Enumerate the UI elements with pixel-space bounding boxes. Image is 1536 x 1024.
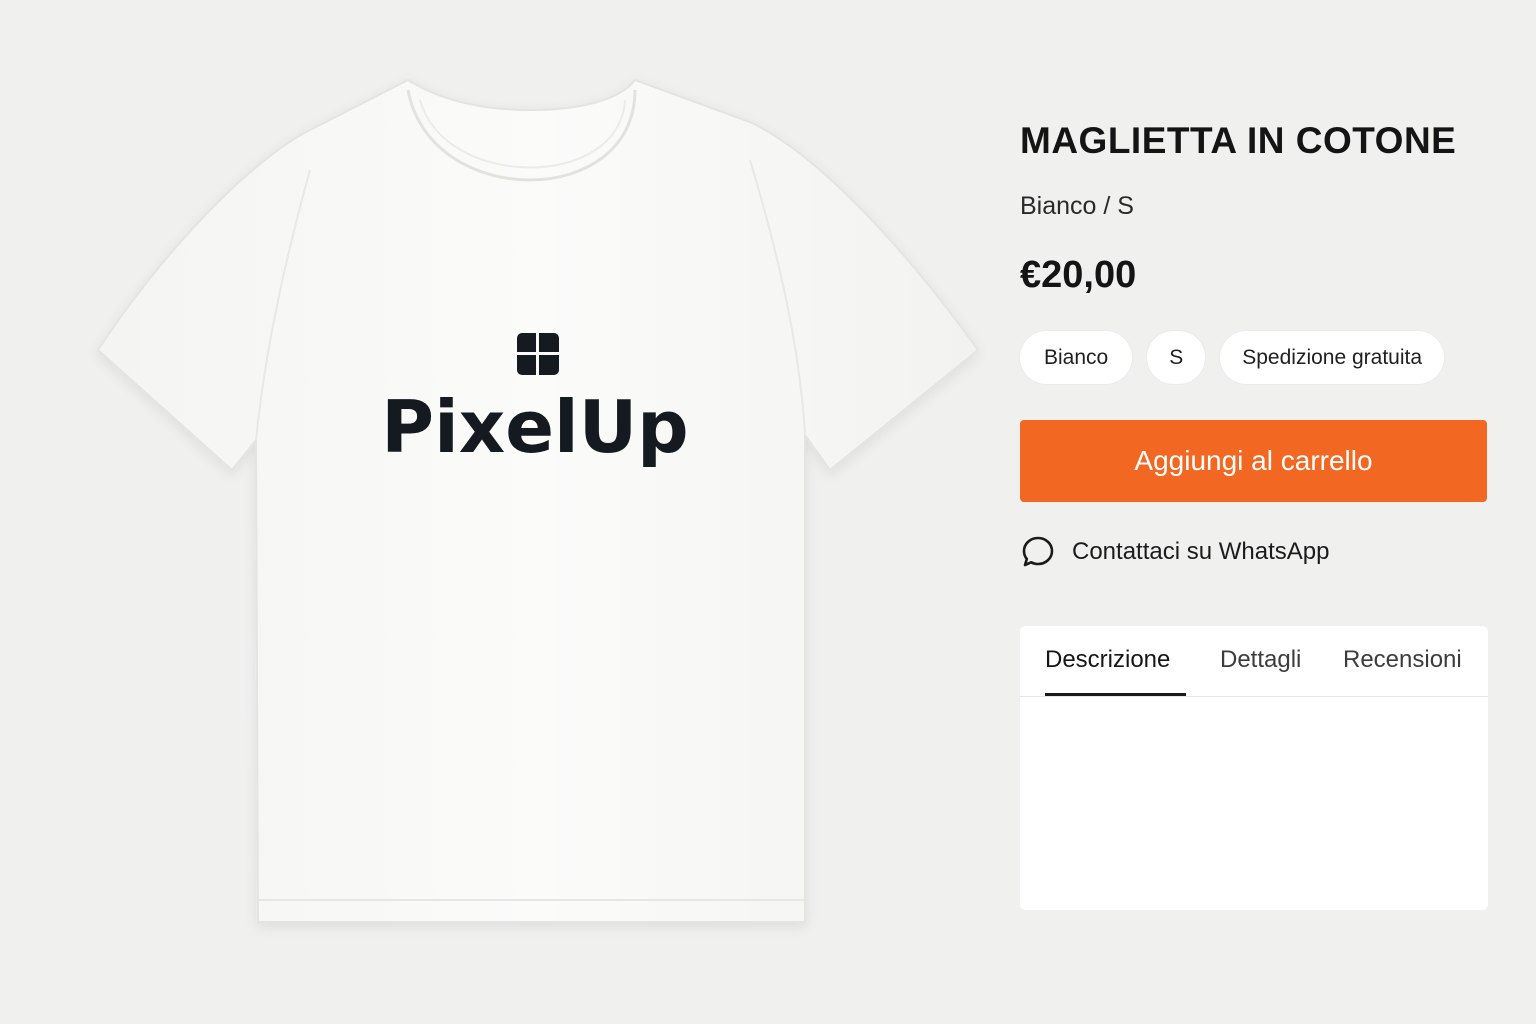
tab-dettagli[interactable]: Dettagli [1220, 646, 1301, 674]
product-price: €20,00 [1020, 254, 1137, 296]
window-grid-icon [517, 333, 559, 375]
active-tab-indicator [1045, 693, 1186, 696]
tshirt-body [96, 78, 980, 923]
product-tabs: Descrizione Dettagli Recensioni [1020, 626, 1488, 910]
product-title: MAGLIETTA IN COTONE [1020, 120, 1457, 161]
tab-recensioni[interactable]: Recensioni [1343, 646, 1462, 674]
product-info: MAGLIETTA IN COTONE Bianco / S €20,00 Bi… [1020, 0, 1490, 1024]
chip-free-shipping[interactable]: Spedizione gratuita [1220, 331, 1445, 384]
product-image: PixelUp [60, 60, 1020, 960]
product-variant: Bianco / S [1020, 192, 1134, 220]
tab-descrizione[interactable]: Descrizione [1045, 646, 1170, 674]
chip-size[interactable]: S [1147, 331, 1206, 384]
tab-bar: Descrizione Dettagli Recensioni [1020, 626, 1488, 697]
whatsapp-contact-link[interactable]: Contattaci su WhatsApp [1020, 534, 1329, 570]
chat-bubble-icon [1020, 534, 1056, 570]
tshirt-image: PixelUp [96, 78, 980, 923]
option-chips: Bianco S Spedizione gratuita [1020, 331, 1445, 384]
tab-panel [1020, 697, 1488, 910]
whatsapp-link-label: Contattaci su WhatsApp [1072, 538, 1330, 565]
add-to-cart-button[interactable]: Aggiungi al carrello [1020, 420, 1487, 502]
shirt-logo-text: PixelUp [381, 385, 688, 469]
chip-color[interactable]: Bianco [1020, 331, 1133, 384]
